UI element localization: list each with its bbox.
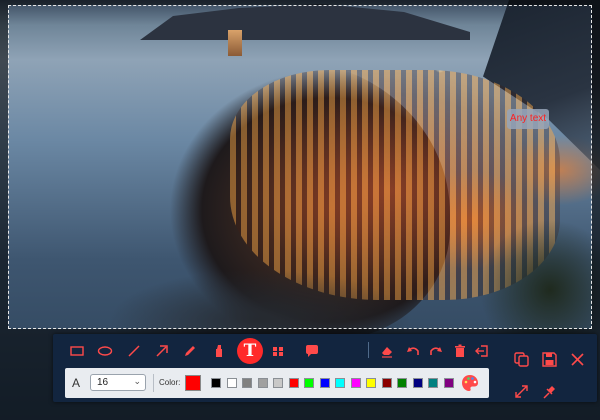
expand-icon (514, 384, 528, 398)
annotation-toolbar: T A 16 ⌄ Color: (53, 334, 597, 402)
color-label: Color: (159, 378, 181, 387)
color-swatch[interactable] (412, 378, 423, 388)
dim-left (0, 5, 8, 329)
palette-icon[interactable] (460, 373, 480, 393)
line-tool[interactable] (123, 340, 145, 362)
callout-icon (306, 345, 318, 357)
close-icon (570, 352, 584, 366)
color-swatch[interactable] (381, 378, 392, 388)
pencil-tool[interactable] (179, 340, 201, 362)
highlighter-icon (216, 345, 222, 357)
eraser-icon (382, 347, 392, 358)
close-button[interactable] (567, 349, 587, 369)
exit-icon (475, 345, 488, 357)
pencil-icon (185, 346, 195, 356)
capture-selection[interactable] (8, 5, 592, 329)
color-swatch[interactable] (273, 378, 283, 388)
rectangle-tool[interactable] (66, 340, 88, 362)
redo-button[interactable] (425, 340, 447, 362)
color-swatch[interactable] (211, 378, 221, 388)
undo-icon (407, 347, 419, 355)
text-annotation[interactable]: Any text (507, 109, 549, 129)
color-swatch[interactable] (443, 378, 454, 388)
pin-icon (542, 385, 555, 399)
options-divider (153, 374, 154, 392)
ellipse-icon (97, 346, 113, 356)
chevron-down-icon: ⌄ (133, 376, 141, 386)
ellipse-tool[interactable] (94, 340, 116, 362)
arrow-icon (156, 345, 168, 357)
pin-button[interactable] (539, 381, 559, 401)
font-size-value: 16 (97, 377, 109, 388)
exit-button[interactable] (471, 340, 493, 362)
color-swatch[interactable] (335, 378, 345, 388)
current-color-swatch[interactable] (185, 375, 201, 391)
color-swatch[interactable] (397, 378, 407, 388)
color-swatch[interactable] (350, 378, 361, 388)
color-swatch[interactable] (304, 378, 314, 388)
fullscreen-button[interactable] (511, 381, 531, 401)
color-swatch[interactable] (242, 378, 252, 388)
color-swatch[interactable] (319, 378, 330, 388)
toolbar-divider (368, 342, 369, 358)
color-swatch[interactable] (257, 378, 268, 388)
mosaic-tool[interactable] (267, 340, 289, 362)
save-icon (541, 351, 557, 367)
font-label: A (72, 376, 81, 390)
undo-button[interactable] (402, 340, 424, 362)
copy-icon (513, 351, 529, 367)
color-swatch[interactable] (226, 378, 237, 388)
copy-button[interactable] (511, 349, 531, 369)
color-swatch[interactable] (366, 378, 376, 388)
delete-icon (455, 344, 465, 357)
delete-button[interactable] (449, 340, 471, 362)
save-button[interactable] (539, 349, 559, 369)
line-icon (128, 345, 140, 357)
font-size-select[interactable]: 16 ⌄ (90, 374, 146, 391)
callout-tool[interactable] (301, 340, 323, 362)
color-swatch[interactable] (428, 378, 438, 388)
text-tool[interactable]: T (237, 338, 263, 364)
eraser-tool[interactable] (376, 340, 398, 362)
rectangle-icon (70, 346, 84, 356)
highlighter-tool[interactable] (208, 340, 230, 362)
dim-right (592, 5, 600, 329)
arrow-tool[interactable] (151, 340, 173, 362)
text-options-panel: A 16 ⌄ Color: (65, 368, 489, 398)
mosaic-icon (273, 347, 283, 356)
redo-icon (430, 347, 442, 355)
color-swatch[interactable] (288, 378, 299, 388)
